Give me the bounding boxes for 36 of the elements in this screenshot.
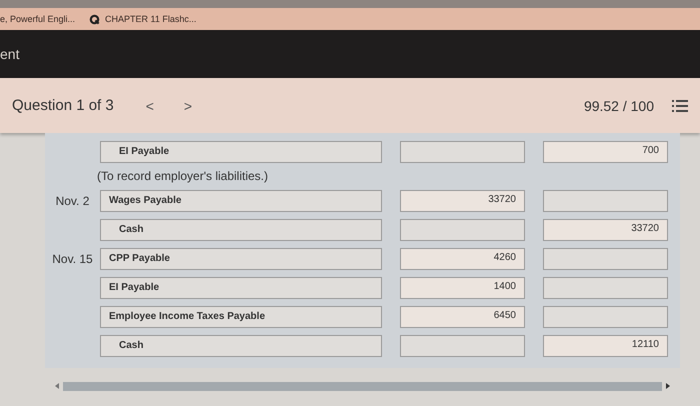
account-field[interactable]: EI Payable <box>100 276 382 298</box>
debit-field[interactable]: 6450 <box>400 306 525 328</box>
scroll-left-icon[interactable] <box>55 383 59 389</box>
entry-note: (To record employer's liabilities.) <box>97 168 270 185</box>
credit-field[interactable] <box>543 276 668 298</box>
credit-field[interactable] <box>543 248 668 270</box>
debit-field[interactable] <box>400 218 525 240</box>
score: 99.52 / 100 <box>584 98 654 114</box>
horizontal-scrollbar[interactable] <box>63 382 662 390</box>
debit-field[interactable]: 33720 <box>400 190 525 212</box>
account-field[interactable]: Employee Income Taxes Payable <box>100 306 382 328</box>
next-button[interactable]: > <box>178 98 198 114</box>
account-field[interactable]: Wages Payable <box>100 190 382 212</box>
credit-field[interactable]: 12110 <box>543 334 668 356</box>
bookmark[interactable]: CHAPTER 11 Flashc... <box>105 14 196 24</box>
debit-field[interactable] <box>400 334 525 356</box>
q-logo-icon <box>89 14 100 24</box>
entry-date: Nov. 2 <box>56 194 90 208</box>
account-field[interactable]: EI Payable <box>100 140 382 162</box>
previous-button[interactable]: < <box>140 98 160 114</box>
app-title: ent <box>0 46 20 62</box>
account-field[interactable]: Cash <box>100 218 382 240</box>
debit-field[interactable]: 1400 <box>400 276 525 298</box>
credit-field[interactable]: 700 <box>543 140 668 162</box>
credit-field[interactable]: 33720 <box>543 218 668 240</box>
credit-field[interactable] <box>543 306 668 328</box>
debit-field[interactable] <box>400 140 525 162</box>
bookmark[interactable]: e, Powerful Engli... <box>0 14 76 24</box>
entry-date: Nov. 15 <box>52 252 93 266</box>
credit-field[interactable] <box>543 190 668 212</box>
account-field[interactable]: CPP Payable <box>100 248 382 270</box>
debit-field[interactable]: 4260 <box>400 248 525 270</box>
account-field[interactable]: Cash <box>100 334 382 356</box>
list-icon[interactable] <box>672 98 688 112</box>
scroll-right-icon[interactable] <box>666 383 670 389</box>
question-counter: Question 1 of 3 <box>12 97 114 114</box>
